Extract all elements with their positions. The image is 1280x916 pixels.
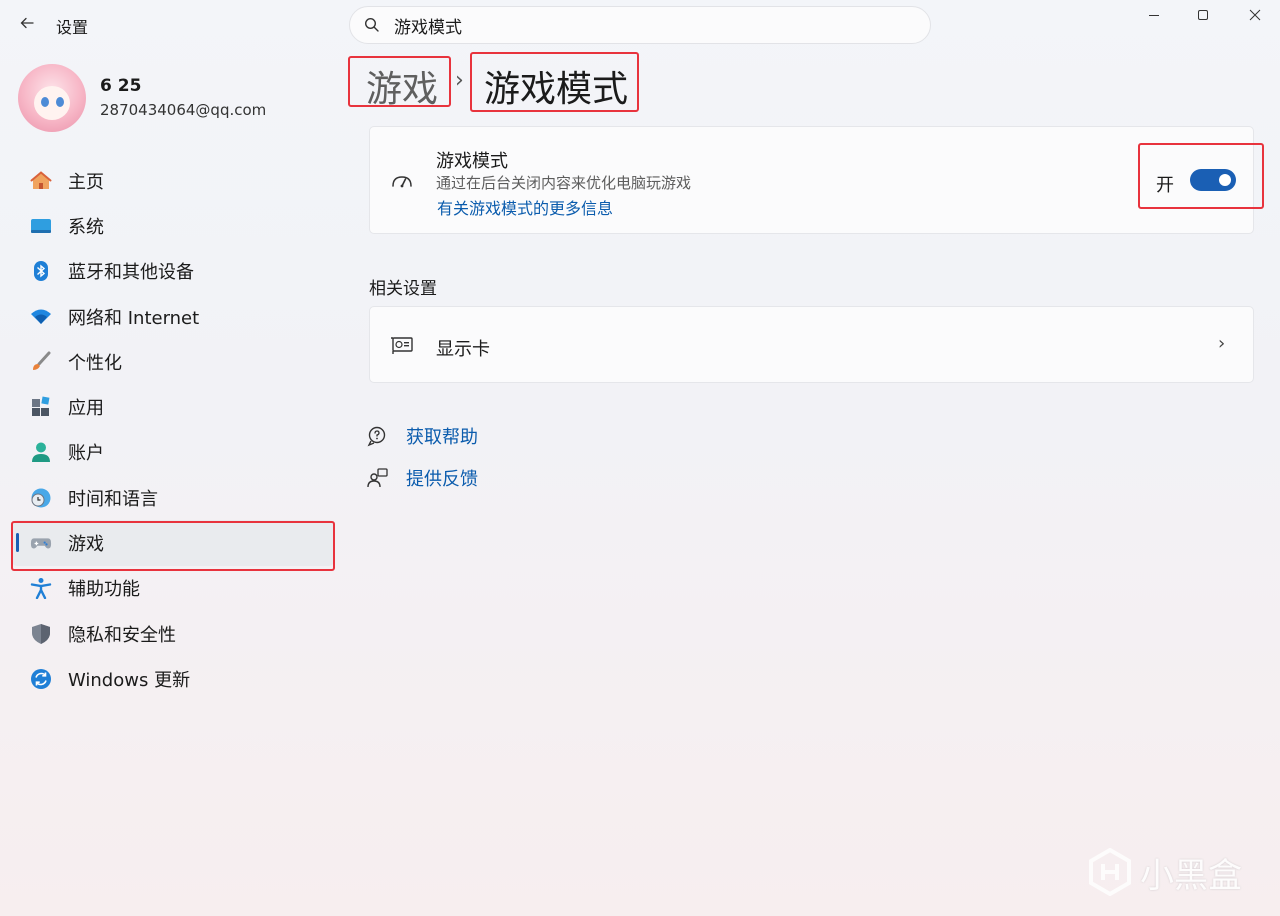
sidebar-item-label: 应用 (68, 398, 104, 420)
app-title: 设置 (56, 18, 89, 37)
search-icon (364, 17, 379, 32)
feedback-link[interactable]: 提供反馈 (367, 465, 478, 491)
game-mode-title: 游戏模式 (436, 151, 508, 172)
wifi-icon (30, 306, 52, 328)
related-settings-heading: 相关设置 (369, 279, 437, 299)
account-icon (30, 441, 52, 463)
windows-update-icon (30, 668, 52, 690)
watermark-text: 小黑盒 (1140, 855, 1242, 896)
back-button[interactable] (14, 10, 40, 36)
sidebar-item-label: 蓝牙和其他设备 (68, 262, 194, 284)
chevron-right-icon: › (1218, 333, 1226, 354)
sidebar-item-label: 主页 (68, 171, 104, 193)
sidebar-item-home[interactable]: 主页 (12, 158, 334, 203)
sidebar-item-windows-update[interactable]: Windows 更新 (12, 656, 334, 701)
maximize-button[interactable] (1188, 4, 1218, 26)
sidebar-item-label: 账户 (68, 443, 104, 465)
user-name: 6 25 (100, 76, 142, 96)
game-mode-card: 游戏模式 通过在后台关闭内容来优化电脑玩游戏 有关游戏模式的更多信息 开 (369, 126, 1254, 234)
game-mode-description: 通过在后台关闭内容来优化电脑玩游戏 (436, 174, 692, 192)
get-help-link[interactable]: 获取帮助 (367, 423, 478, 449)
graphics-card-label: 显示卡 (436, 339, 490, 360)
sidebar-item-label: 个性化 (68, 352, 122, 374)
title-bar: 设置 (0, 0, 1280, 48)
sidebar-item-accounts[interactable]: 账户 (12, 430, 334, 475)
breadcrumb-separator: › (455, 68, 464, 93)
help-chat-icon (367, 425, 389, 447)
annotation-box-gaming-nav (11, 521, 335, 571)
close-icon (1249, 9, 1261, 21)
minimize-button[interactable] (1139, 4, 1169, 26)
graphics-card-icon (390, 335, 414, 355)
game-mode-gauge-icon (390, 171, 414, 191)
heybox-logo-icon (1089, 848, 1131, 896)
search-input[interactable] (394, 15, 874, 35)
sidebar-item-bluetooth[interactable]: 蓝牙和其他设备 (12, 249, 334, 294)
annotation-box-toggle (1138, 143, 1264, 209)
sidebar-item-system[interactable]: 系统 (12, 203, 334, 248)
sidebar-item-label: 网络和 Internet (68, 307, 200, 329)
back-arrow-icon (20, 17, 34, 29)
bluetooth-icon (30, 260, 52, 282)
accessibility-icon (30, 577, 52, 600)
annotation-box-page-title (470, 52, 639, 112)
annotation-box-breadcrumb-parent (348, 56, 451, 107)
sidebar-item-label: 辅助功能 (68, 579, 140, 601)
sidebar-item-time-language[interactable]: 时间和语言 (12, 475, 334, 520)
shield-icon (30, 623, 52, 645)
graphics-card-row[interactable]: 显示卡 › (369, 306, 1254, 383)
sidebar-item-apps[interactable]: 应用 (12, 384, 334, 429)
feedback-icon (367, 467, 389, 489)
sidebar-item-accessibility[interactable]: 辅助功能 (12, 566, 334, 611)
apps-icon (30, 396, 52, 418)
minimize-icon (1149, 15, 1159, 16)
sidebar-item-label: 系统 (68, 216, 104, 238)
search-box[interactable] (349, 6, 931, 44)
close-button[interactable] (1240, 4, 1270, 26)
user-email: 2870434064@qq.com (100, 101, 267, 119)
get-help-label: 获取帮助 (406, 427, 478, 448)
game-mode-more-info-link[interactable]: 有关游戏模式的更多信息 (437, 195, 613, 219)
sidebar-item-personalization[interactable]: 个性化 (12, 339, 334, 384)
feedback-label: 提供反馈 (406, 469, 478, 490)
sidebar-nav: 主页 系统 蓝牙和其他设备 网络和 Internet 个性化 应用 账户 时间和… (12, 158, 334, 702)
sidebar-item-privacy[interactable]: 隐私和安全性 (12, 611, 334, 656)
maximize-icon (1198, 10, 1208, 20)
globe-clock-icon (30, 487, 52, 509)
sidebar-item-network[interactable]: 网络和 Internet (12, 294, 334, 339)
home-icon (30, 170, 52, 192)
paintbrush-icon (30, 351, 52, 373)
sidebar-item-label: 隐私和安全性 (68, 624, 176, 646)
sidebar-item-label: 时间和语言 (68, 488, 158, 510)
sidebar-item-label: Windows 更新 (68, 669, 191, 691)
watermark: 小黑盒 (1088, 848, 1242, 896)
avatar[interactable] (18, 64, 86, 132)
system-monitor-icon (30, 215, 52, 237)
